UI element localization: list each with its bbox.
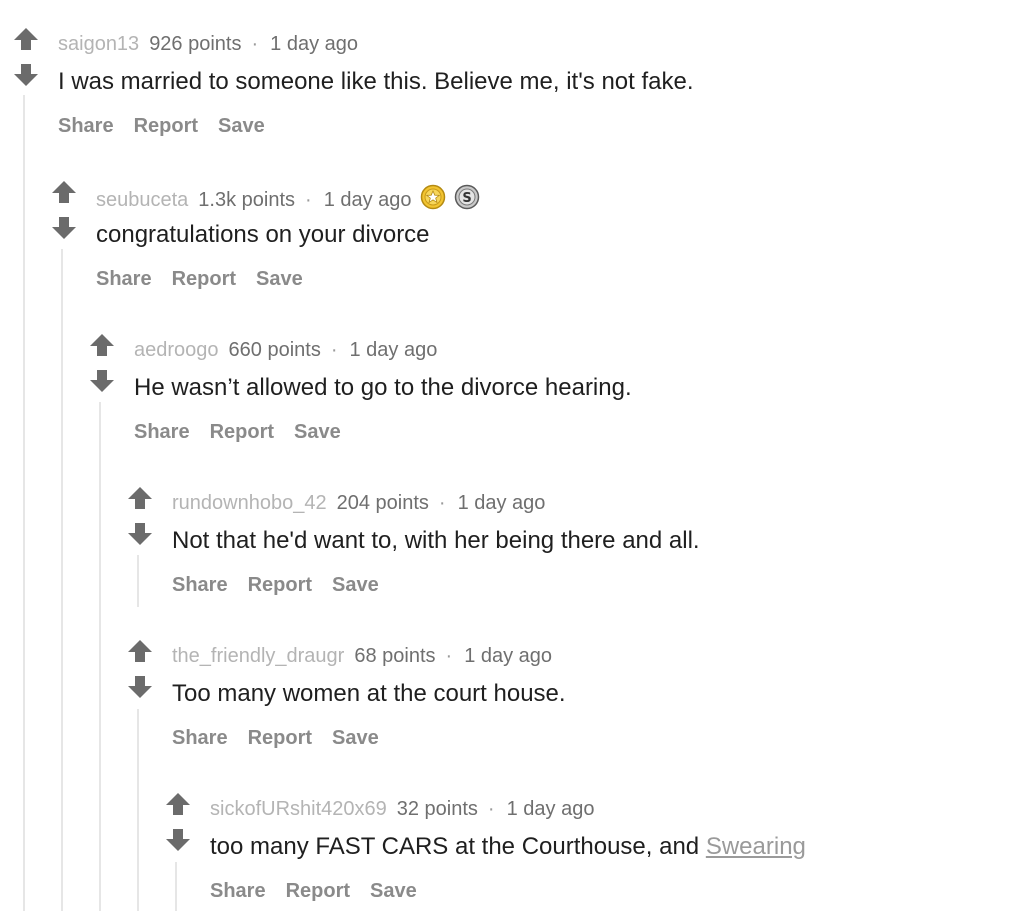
comment-timestamp[interactable]: 1 day ago <box>350 339 438 361</box>
report-button[interactable]: Report <box>248 727 312 749</box>
upvote-arrow-icon[interactable] <box>126 486 154 510</box>
share-button[interactable]: Share <box>172 574 228 596</box>
comment-points: 926 points <box>149 33 242 55</box>
save-button[interactable]: Save <box>218 115 265 137</box>
save-button[interactable]: Save <box>370 880 417 902</box>
comment-timestamp[interactable]: 1 day ago <box>507 798 595 820</box>
meta-separator: · <box>251 33 259 55</box>
comment-body-link[interactable]: Swearing <box>706 833 806 860</box>
downvote-arrow-icon[interactable] <box>164 828 192 852</box>
comment-actions: Share Report Save <box>172 725 399 751</box>
comment-author[interactable]: sickofURshit420x69 <box>210 798 387 820</box>
upvote-arrow-icon[interactable] <box>164 792 192 816</box>
downvote-arrow-icon[interactable] <box>12 63 40 87</box>
comment-meta: sickofURshit420x69 32 points · 1 day ago <box>210 796 594 822</box>
thread-line[interactable] <box>99 402 101 911</box>
comment-timestamp[interactable]: 1 day ago <box>464 645 552 667</box>
comment-points: 1.3k points <box>198 189 296 211</box>
share-button[interactable]: Share <box>58 115 114 137</box>
save-button[interactable]: Save <box>332 574 379 596</box>
comment-author[interactable]: saigon13 <box>58 33 139 55</box>
comment-thread: saigon13 926 points · 1 day ago I was marri… <box>0 0 1024 911</box>
comment: rundownhobo_42 204 points · 1 day ago Not t… <box>126 486 1002 616</box>
comment-points: 32 points <box>396 798 478 820</box>
downvote-arrow-icon[interactable] <box>126 522 154 546</box>
downvote-arrow-icon[interactable] <box>126 675 154 699</box>
comment-meta: rundownhobo_42 204 points · 1 day ago <box>172 490 545 516</box>
comment-author[interactable]: seubuceta <box>96 189 188 211</box>
upvote-arrow-icon[interactable] <box>126 639 154 663</box>
comment-actions: Share Report Save <box>58 113 285 139</box>
comment: sickofURshit420x69 32 points · 1 day ago to… <box>164 792 1002 922</box>
comment-actions: Share Report Save <box>172 572 399 598</box>
upvote-arrow-icon[interactable] <box>88 333 116 357</box>
comment-body: Too many women at the court house. <box>172 680 566 707</box>
comment-actions: Share Report Save <box>96 266 323 292</box>
downvote-arrow-icon[interactable] <box>88 369 116 393</box>
report-button[interactable]: Report <box>286 880 350 902</box>
upvote-arrow-icon[interactable] <box>50 180 78 204</box>
downvote-arrow-icon[interactable] <box>50 216 78 240</box>
share-button[interactable]: Share <box>210 880 266 902</box>
comment-meta: aedroogo 660 points · 1 day ago <box>134 337 437 363</box>
report-button[interactable]: Report <box>172 268 236 290</box>
comment: saigon13 926 points · 1 day ago I was marri… <box>12 27 1002 157</box>
comment-meta: saigon13 926 points · 1 day ago <box>58 31 358 57</box>
vote-controls <box>12 27 42 97</box>
comment-points: 68 points <box>354 645 436 667</box>
comment-points: 204 points <box>336 492 429 514</box>
comment-body: He wasn’t allowed to go to the divorce h… <box>134 374 632 401</box>
save-button[interactable]: Save <box>294 421 341 443</box>
comment-body: too many FAST CARS at the Courthouse, an… <box>210 832 806 862</box>
upvote-arrow-icon[interactable] <box>12 27 40 51</box>
meta-separator: · <box>487 798 495 820</box>
save-button[interactable]: Save <box>332 727 379 749</box>
vote-controls <box>88 333 118 403</box>
comment-points: 660 points <box>228 339 321 361</box>
comment: the_friendly_draugr 68 points · 1 day ago T… <box>126 639 1002 769</box>
report-button[interactable]: Report <box>210 421 274 443</box>
share-button[interactable]: Share <box>134 421 190 443</box>
comment: seubuceta 1.3k points · 1 day ago S congrat… <box>50 180 1002 310</box>
comment-author[interactable]: aedroogo <box>134 339 219 361</box>
comment-body-text: too many FAST CARS at the Courthouse, an… <box>210 833 706 860</box>
comment-timestamp[interactable]: 1 day ago <box>270 33 358 55</box>
save-button[interactable]: Save <box>256 268 303 290</box>
comment-body: Not that he'd want to, with her being th… <box>172 527 700 554</box>
comment-timestamp[interactable]: 1 day ago <box>458 492 546 514</box>
report-button[interactable]: Report <box>134 115 198 137</box>
meta-separator: · <box>330 339 338 361</box>
thread-line[interactable] <box>61 249 63 911</box>
comment-actions: Share Report Save <box>210 878 437 904</box>
comment-body: congratulations on your divorce <box>96 221 430 248</box>
comment-meta: seubuceta 1.3k points · 1 day ago S <box>96 184 480 217</box>
vote-controls <box>126 639 156 709</box>
share-button[interactable]: Share <box>96 268 152 290</box>
report-button[interactable]: Report <box>248 574 312 596</box>
comment-timestamp[interactable]: 1 day ago <box>324 189 412 211</box>
meta-separator: · <box>438 492 446 514</box>
gold-award-icon[interactable] <box>420 184 446 217</box>
meta-separator: · <box>445 645 453 667</box>
comment-body: I was married to someone like this. Beli… <box>58 68 694 95</box>
meta-separator: · <box>305 189 312 211</box>
comment-meta: the_friendly_draugr 68 points · 1 day ago <box>172 643 552 669</box>
vote-controls <box>50 180 80 250</box>
svg-text:S: S <box>462 191 471 206</box>
vote-controls <box>164 792 194 862</box>
thread-line[interactable] <box>23 95 25 911</box>
vote-controls <box>126 486 156 556</box>
share-button[interactable]: Share <box>172 727 228 749</box>
silver-award-icon[interactable]: S <box>454 184 480 217</box>
comment-author[interactable]: rundownhobo_42 <box>172 492 327 514</box>
comment: aedroogo 660 points · 1 day ago He wasn’t a… <box>88 333 1002 463</box>
comment-author[interactable]: the_friendly_draugr <box>172 645 344 667</box>
comment-actions: Share Report Save <box>134 419 361 445</box>
